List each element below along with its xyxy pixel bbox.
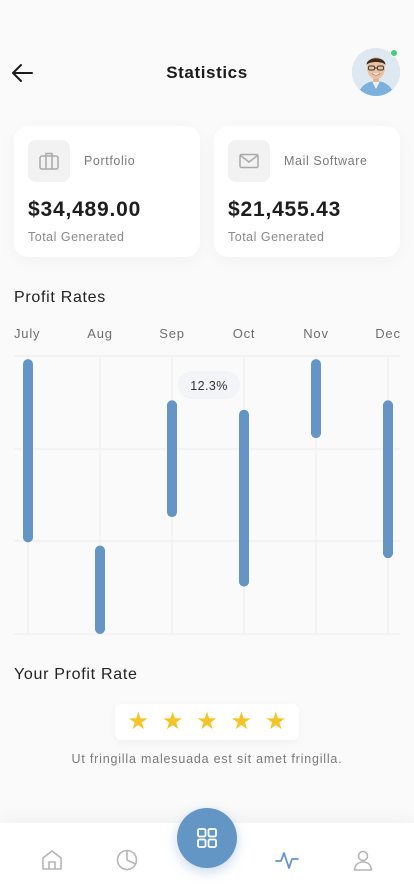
x-tick-label: Oct [233, 326, 256, 341]
activity-icon[interactable] [274, 847, 300, 873]
home-icon[interactable] [39, 847, 65, 873]
x-tick-label: July [14, 326, 40, 341]
user-icon[interactable] [350, 847, 376, 873]
briefcase-icon [28, 140, 70, 182]
card-subtitle: Total Generated [28, 230, 125, 244]
header: Statistics [0, 44, 414, 102]
your-profit-rate-title: Your Profit Rate [14, 666, 138, 683]
card-amount: $21,455.43 [228, 198, 342, 221]
x-tick-label: Aug [87, 326, 113, 341]
x-tick-label: Dec [375, 326, 401, 341]
card-label: Mail Software [284, 154, 368, 168]
mail-software-card[interactable]: Mail Software $21,455.43 Total Generated [214, 126, 400, 257]
star-icon[interactable]: ★ [265, 710, 287, 734]
value-label: 12.3% [190, 379, 227, 393]
profit-rates-title: Profit Rates [14, 289, 106, 306]
profit-rates-chart: July Aug Sep Oct Nov Dec 12.3% [14, 326, 401, 635]
card-subtitle: Total Generated [228, 230, 325, 244]
star-rating: ★ ★ ★ ★ ★ [115, 704, 299, 740]
pie-chart-icon[interactable] [114, 847, 140, 873]
x-tick-label: Nov [303, 326, 329, 341]
card-amount: $34,489.00 [28, 198, 142, 221]
grid-icon [197, 828, 217, 848]
star-icon[interactable]: ★ [231, 710, 253, 734]
star-icon[interactable]: ★ [162, 710, 184, 734]
star-icon[interactable]: ★ [196, 710, 218, 734]
rating-caption: Ut fringilla malesuada est sit amet frin… [71, 752, 343, 766]
grid-menu-button[interactable] [177, 808, 237, 868]
star-icon[interactable]: ★ [127, 710, 149, 734]
online-status-dot [390, 49, 398, 57]
portfolio-card[interactable]: Portfolio $34,489.00 Total Generated [14, 126, 200, 257]
x-tick-label: Sep [159, 326, 185, 341]
card-label: Portfolio [84, 154, 136, 168]
mail-icon [228, 140, 270, 182]
